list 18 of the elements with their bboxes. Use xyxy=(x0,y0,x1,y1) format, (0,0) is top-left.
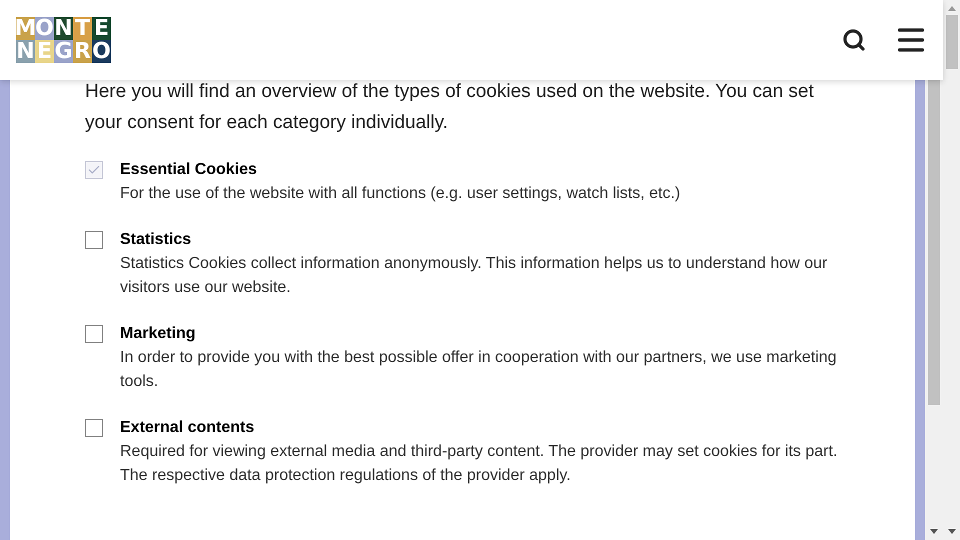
category-title: Marketing xyxy=(120,324,197,344)
category-title: Essential Cookies xyxy=(120,160,258,180)
scrollbar[interactable] xyxy=(943,0,960,540)
scrollbar-thumb[interactable] xyxy=(928,80,940,405)
scroll-down-icon[interactable] xyxy=(930,529,938,534)
category-description: In order to provide you with the best possible offer in cooperation with our partners, we use marketing tools. xyxy=(120,348,838,392)
scroll-down-icon[interactable] xyxy=(948,529,956,534)
checkbox[interactable] xyxy=(85,231,103,249)
intro-text: Here you will find an overview of the types of cookies used on the website. You can set your consent for each category individually. xyxy=(85,80,815,135)
category-description: Required for viewing external media and third-party content. The provider may set cookies for its part. The respective data protection regulations of the provider apply. xyxy=(120,442,838,486)
category-description: For the use of the website with all functions (e.g. user settings, watch lists, etc.) xyxy=(120,184,680,204)
category-description: Statistics Cookies collect information anonymously. This information helps us to understand how our visitors use our website. xyxy=(120,254,828,298)
scrollbar-thumb[interactable] xyxy=(946,15,958,69)
scrollbar[interactable] xyxy=(925,80,943,540)
checkbox[interactable] xyxy=(85,325,103,343)
category-title: Statistics xyxy=(120,230,192,250)
checkbox[interactable] xyxy=(85,419,103,437)
category-title: External contents xyxy=(120,418,256,438)
